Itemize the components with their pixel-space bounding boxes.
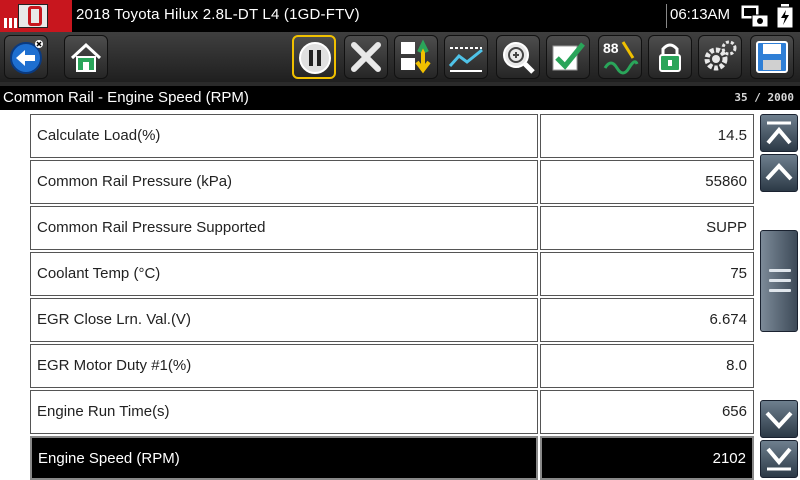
pid-name: Common Rail Pressure Supported (30, 206, 538, 250)
pid-name: Engine Run Time(s) (30, 390, 538, 434)
pid-value: 75 (540, 252, 754, 296)
zoom-button[interactable] (496, 35, 540, 79)
sort-icon (401, 39, 431, 74)
scroll-top-button[interactable] (760, 114, 798, 152)
pid-value: 2102 (540, 436, 754, 480)
close-icon (351, 42, 381, 72)
scroll-thumb[interactable] (760, 230, 798, 332)
back-button[interactable] (4, 35, 48, 79)
pid-value: 8.0 (540, 344, 754, 388)
battery-icon (776, 4, 794, 29)
graph-button[interactable] (444, 35, 488, 79)
lock-icon (659, 43, 681, 72)
pid-name: EGR Motor Duty #1(%) (30, 344, 538, 388)
pid-row[interactable]: EGR Close Lrn. Val.(V) 6.674 (30, 298, 756, 342)
pid-name: Coolant Temp (°C) (30, 252, 538, 296)
pid-row-selected[interactable]: Engine Speed (RPM) 2102 (30, 436, 756, 480)
home-icon (70, 42, 102, 72)
units-icon: 88 (603, 40, 639, 75)
units-button[interactable]: 88 (598, 35, 642, 79)
sort-button[interactable] (394, 35, 438, 79)
chevron-down-icon (765, 411, 793, 429)
chevron-up-icon (765, 163, 793, 181)
vci-connection-icon (740, 4, 769, 28)
data-list-header: Common Rail - Engine Speed (RPM) 35 / 20… (0, 86, 800, 110)
save-button[interactable] (750, 35, 794, 79)
scroll-bottom-button[interactable] (760, 440, 798, 478)
pid-row[interactable]: EGR Motor Duty #1(%) 8.0 (30, 344, 756, 388)
pid-value: 55860 (540, 160, 754, 204)
title-bar: 2018 Toyota Hilux 2.8L-DT L4 (1GD-FTV) 0… (0, 0, 800, 32)
zoom-icon (503, 42, 535, 74)
pause-button[interactable] (292, 35, 336, 79)
vehicle-title: 2018 Toyota Hilux 2.8L-DT L4 (1GD-FTV) (76, 6, 360, 23)
pid-row[interactable]: Common Rail Pressure (kPa) 55860 (30, 160, 756, 204)
pause-icon (299, 42, 331, 74)
select-button[interactable] (546, 35, 590, 79)
pid-row[interactable]: Engine Run Time(s) 656 (30, 390, 756, 434)
pid-value: 656 (540, 390, 754, 434)
exit-button[interactable] (344, 35, 388, 79)
pid-row[interactable]: Common Rail Pressure Supported SUPP (30, 206, 756, 250)
save-icon (756, 41, 788, 73)
pid-list: Calculate Load(%) 14.5 Common Rail Press… (30, 114, 756, 480)
snap-on-logo-icon (0, 0, 72, 32)
pid-name: Calculate Load(%) (30, 114, 538, 158)
pid-name: Engine Speed (RPM) (30, 436, 538, 480)
pid-name: Common Rail Pressure (kPa) (30, 160, 538, 204)
scroll-up-button[interactable] (760, 154, 798, 192)
graph-icon (448, 47, 483, 72)
settings-button[interactable] (698, 35, 742, 79)
scrollbar[interactable] (760, 112, 800, 480)
home-button[interactable] (64, 35, 108, 79)
selected-pid-title: Common Rail - Engine Speed (RPM) (3, 89, 249, 106)
clock: 06:13AM (670, 6, 731, 23)
toolbar: 88 (0, 32, 800, 82)
back-arrow-icon (10, 40, 43, 74)
scroll-down-button[interactable] (760, 400, 798, 438)
double-chevron-up-icon (766, 121, 792, 145)
lock-button[interactable] (648, 35, 692, 79)
double-chevron-down-icon (766, 447, 792, 471)
pid-row[interactable]: Calculate Load(%) 14.5 (30, 114, 756, 158)
gear-icon (704, 40, 737, 71)
units-label: 88 (603, 40, 619, 56)
checkmark-icon (552, 42, 585, 71)
pid-value: 14.5 (540, 114, 754, 158)
pid-row[interactable]: Coolant Temp (°C) 75 (30, 252, 756, 296)
pid-name: EGR Close Lrn. Val.(V) (30, 298, 538, 342)
pid-value: 6.674 (540, 298, 754, 342)
pid-count: 35 / 2000 (734, 91, 794, 104)
pid-value: SUPP (540, 206, 754, 250)
